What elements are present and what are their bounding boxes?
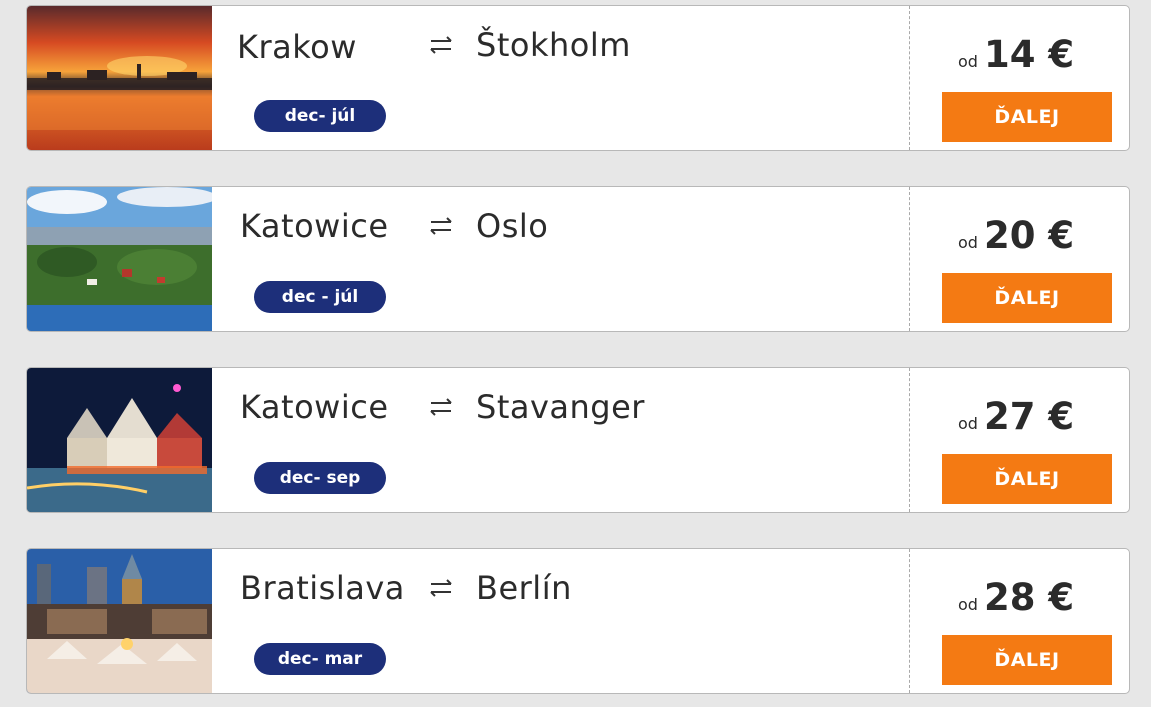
- price: od 20 €: [958, 214, 1074, 257]
- next-button[interactable]: ĎALEJ: [942, 92, 1112, 142]
- destination-photo[interactable]: [27, 549, 212, 693]
- next-button[interactable]: ĎALEJ: [942, 454, 1112, 504]
- swap-arrows-icon: [430, 398, 452, 416]
- route-card[interactable]: Krakow Štokholm dec- júl od 14 € ĎALEJ: [26, 5, 1130, 151]
- price-prefix: od: [958, 595, 978, 614]
- route-card[interactable]: Katowice Stavanger dec- sep od 27 € ĎALEJ: [26, 367, 1130, 513]
- date-range-badge: dec - júl: [254, 281, 386, 313]
- card-divider: [909, 549, 910, 693]
- route-card[interactable]: Katowice Oslo dec - júl od 20 € ĎALEJ: [26, 186, 1130, 332]
- card-divider: [909, 368, 910, 512]
- card-divider: [909, 187, 910, 331]
- date-range-badge: dec- júl: [254, 100, 386, 132]
- origin-city: Katowice: [240, 388, 389, 426]
- price-prefix: od: [958, 233, 978, 252]
- destination-city: Berlín: [476, 569, 572, 607]
- price-prefix: od: [958, 52, 978, 71]
- origin-city: Krakow: [237, 28, 357, 66]
- price: od 27 €: [958, 395, 1074, 438]
- date-range-badge: dec- sep: [254, 462, 386, 494]
- origin-city: Katowice: [240, 207, 389, 245]
- price-amount: 14 €: [983, 33, 1075, 76]
- next-button[interactable]: ĎALEJ: [942, 273, 1112, 323]
- price-prefix: od: [958, 414, 978, 433]
- destination-city: Stavanger: [476, 388, 645, 426]
- route-list: Krakow Štokholm dec- júl od 14 € ĎALEJ K…: [0, 0, 1151, 707]
- swap-arrows-icon: [430, 36, 452, 54]
- swap-arrows-icon: [430, 217, 452, 235]
- swap-arrows-icon: [430, 579, 452, 597]
- route-card[interactable]: Bratislava Berlín dec- mar od 28 € ĎALEJ: [26, 548, 1130, 694]
- price: od 14 €: [958, 33, 1074, 76]
- date-range-badge: dec- mar: [254, 643, 386, 675]
- price-amount: 28 €: [983, 576, 1075, 619]
- destination-city: Štokholm: [476, 26, 631, 64]
- destination-city: Oslo: [476, 207, 549, 245]
- destination-photo[interactable]: [27, 6, 212, 150]
- origin-city: Bratislava: [240, 569, 405, 607]
- price-amount: 20 €: [983, 214, 1075, 257]
- card-divider: [909, 6, 910, 150]
- destination-photo[interactable]: [27, 187, 212, 331]
- next-button[interactable]: ĎALEJ: [942, 635, 1112, 685]
- price-amount: 27 €: [983, 395, 1075, 438]
- destination-photo[interactable]: [27, 368, 212, 512]
- price: od 28 €: [958, 576, 1074, 619]
